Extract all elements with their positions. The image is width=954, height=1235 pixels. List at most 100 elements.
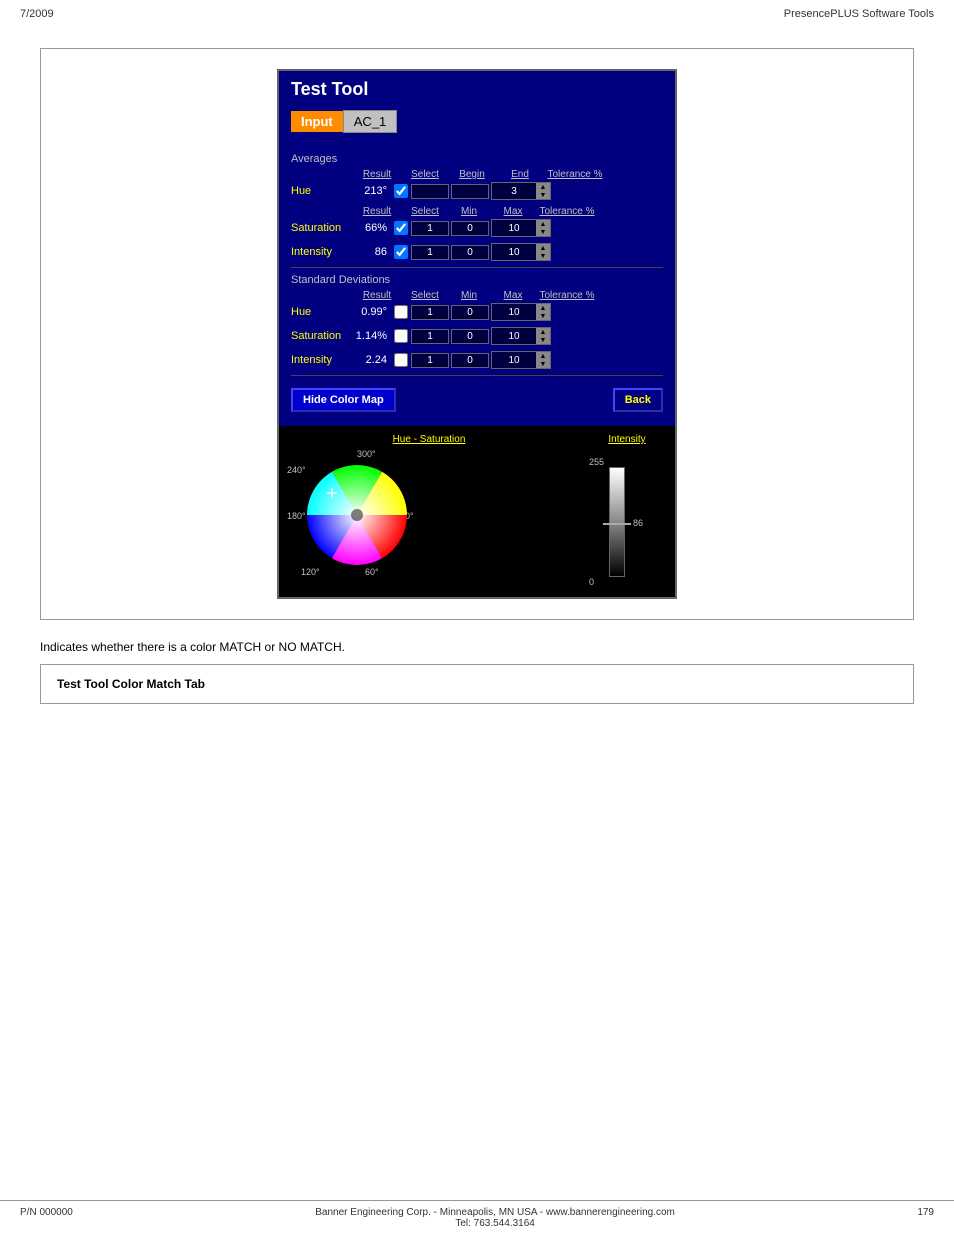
footer-center-line1: Banner Engineering Corp. - Minneapolis, … — [315, 1207, 675, 1218]
col-select-hue: Select — [403, 169, 447, 180]
hue-checkbox[interactable] — [394, 184, 408, 198]
sdcol-select: Select — [403, 290, 447, 301]
color-match-tab-title: Test Tool Color Match Tab — [57, 677, 205, 691]
int-row-label: Intensity — [291, 246, 351, 258]
footer-right: 179 — [917, 1207, 934, 1229]
sd-sat-min-cell — [411, 328, 451, 344]
sd-int-tol-down[interactable]: ▼ — [536, 360, 550, 368]
sdcol-result: Result — [351, 290, 403, 301]
color-match-tab-box: Test Tool Color Match Tab — [40, 664, 914, 704]
sat-max-input[interactable] — [451, 221, 489, 236]
sd-hue-checkbox[interactable] — [394, 305, 408, 319]
sd-int-min-cell — [411, 352, 451, 368]
sd-int-tol-up[interactable]: ▲ — [536, 352, 550, 360]
sat-tolerance-spinner: 10 ▲ ▼ — [491, 219, 551, 237]
sd-int-max-cell — [451, 352, 491, 368]
stddev-header-row: Result Select Min Max Tolerance % — [351, 290, 663, 301]
back-button[interactable]: Back — [613, 388, 663, 412]
sd-sat-checkbox-cell — [391, 329, 411, 343]
sd-sat-tol-up[interactable]: ▲ — [536, 328, 550, 336]
angle-240: 240° — [287, 465, 306, 475]
sd-sat-max-input[interactable] — [451, 329, 489, 344]
hue-tolerance-spinner: 3 ▲ ▼ — [491, 182, 551, 200]
sd-int-value: 2.24 — [351, 354, 391, 366]
sat-tol-buttons: ▲ ▼ — [536, 220, 550, 236]
hide-color-map-button[interactable]: Hide Color Map — [291, 388, 396, 412]
sd-sat-min-input[interactable] — [411, 329, 449, 344]
sd-hue-max-input[interactable] — [451, 305, 489, 320]
angle-300: 300° — [357, 449, 376, 459]
sd-int-tol-spinner: 10 ▲ ▼ — [491, 351, 551, 369]
sd-sat-tol-value: 10 — [492, 330, 536, 343]
intensity-section: Intensity 255 86 0 — [587, 434, 667, 589]
bottom-buttons: Hide Color Map Back — [291, 382, 663, 418]
hue-tol-value: 3 — [492, 185, 536, 198]
sd-hue-tol-value: 10 — [492, 306, 536, 319]
sat-result-value: 66% — [351, 222, 391, 234]
sat-min-input[interactable] — [411, 221, 449, 236]
hue-tol-down[interactable]: ▼ — [536, 191, 550, 199]
sd-sat-tol-down[interactable]: ▼ — [536, 336, 550, 344]
sd-int-max-input[interactable] — [451, 353, 489, 368]
sd-sat-label: Saturation — [291, 330, 351, 342]
sat-row-label: Saturation — [291, 222, 351, 234]
int-checkbox-cell — [391, 245, 411, 259]
sdcol-max: Max — [491, 290, 535, 301]
sd-hue-max-cell — [451, 304, 491, 320]
tab-ac1[interactable]: AC_1 — [343, 110, 398, 133]
sat-tol-value: 10 — [492, 222, 536, 235]
hue-tol-up[interactable]: ▲ — [536, 183, 550, 191]
sat-tol-up[interactable]: ▲ — [536, 220, 550, 228]
sat-checkbox[interactable] — [394, 221, 408, 235]
sd-hue-min-cell — [411, 304, 451, 320]
sd-sat-max-cell — [451, 328, 491, 344]
sd-sat-checkbox[interactable] — [394, 329, 408, 343]
footer-center: Banner Engineering Corp. - Minneapolis, … — [315, 1207, 675, 1229]
int-max-input[interactable] — [451, 245, 489, 260]
hue-begin-input[interactable] — [411, 184, 449, 199]
tab-input[interactable]: Input — [291, 111, 343, 132]
sd-hue-tol-down[interactable]: ▼ — [536, 312, 550, 320]
sd-hue-min-input[interactable] — [411, 305, 449, 320]
sd-hue-tol-up[interactable]: ▲ — [536, 304, 550, 312]
averages-label: Averages — [291, 153, 663, 165]
sd-int-row: Intensity 2.24 10 ▲ ▼ — [291, 351, 663, 369]
divider1 — [291, 267, 663, 268]
sd-hue-checkbox-cell — [391, 305, 411, 319]
sat-tol-down[interactable]: ▼ — [536, 228, 550, 236]
intensity-marker-line — [603, 523, 631, 525]
int-tol-down[interactable]: ▼ — [536, 252, 550, 260]
int-checkbox[interactable] — [394, 245, 408, 259]
sd-int-tol-value: 10 — [492, 354, 536, 367]
angle-180: 180° — [287, 511, 306, 521]
sd-hue-label: Hue — [291, 306, 351, 318]
hue-tol-buttons: ▲ ▼ — [536, 183, 550, 199]
col-result-sat: Result — [351, 206, 403, 217]
sd-hue-value: 0.99° — [351, 306, 391, 318]
int-max-cell — [451, 244, 491, 260]
header-title: PresencePLUS Software Tools — [784, 8, 934, 20]
int-tol-up[interactable]: ▲ — [536, 244, 550, 252]
sd-int-checkbox[interactable] — [394, 353, 408, 367]
saturation-data-row: Saturation 66% 10 ▲ ▼ — [291, 219, 663, 237]
int-min-cell — [411, 244, 451, 260]
page-header: 7/2009 PresencePLUS Software Tools — [0, 0, 954, 28]
footer-center-line2: Tel: 763.544.3164 — [315, 1218, 675, 1229]
int-min-input[interactable] — [411, 245, 449, 260]
col-select-sat: Select — [403, 206, 447, 217]
col-tol-hue: Tolerance % — [543, 169, 607, 180]
sd-int-min-input[interactable] — [411, 353, 449, 368]
sd-hue-tol-spinner: 10 ▲ ▼ — [491, 303, 551, 321]
intensity-title: Intensity — [587, 434, 667, 445]
hue-end-input[interactable] — [451, 184, 489, 199]
intensity-marker-label: 86 — [633, 518, 643, 528]
color-wheel-container: 240° 300° 180° 0° 120° 60° — [287, 449, 427, 589]
intensity-bottom-label: 0 — [589, 577, 594, 587]
sat-header-row: Result Select Min Max Tolerance % — [351, 206, 663, 217]
hue-data-row: Hue 213° 3 ▲ ▼ — [291, 182, 663, 200]
sd-int-tol-buttons: ▲ ▼ — [536, 352, 550, 368]
sdcol-tol: Tolerance % — [535, 290, 599, 301]
intensity-top-label: 255 — [589, 457, 604, 467]
angle-60: 60° — [365, 567, 379, 577]
sd-hue-row: Hue 0.99° 10 ▲ ▼ — [291, 303, 663, 321]
